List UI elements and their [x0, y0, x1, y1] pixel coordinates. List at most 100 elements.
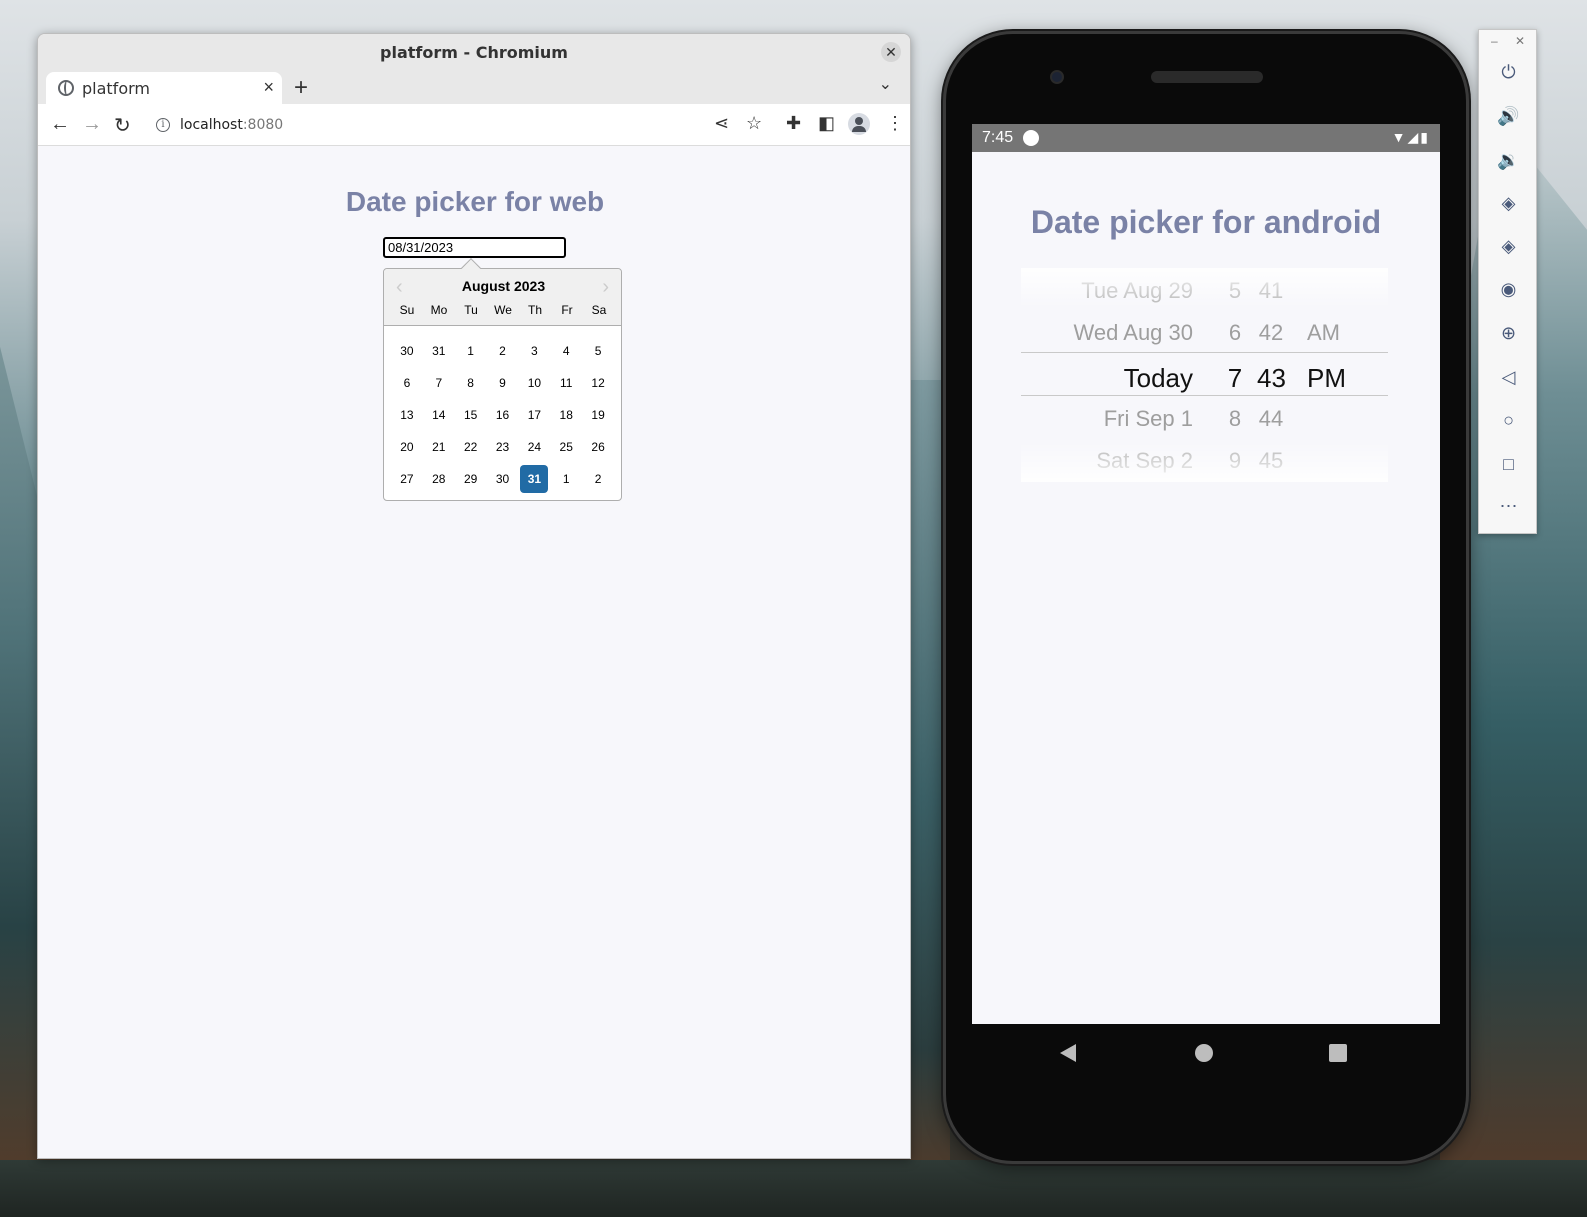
calendar-day[interactable]: 20 — [393, 433, 421, 461]
calendar-day[interactable]: 1 — [552, 465, 580, 493]
weekday-label: Tu — [464, 303, 478, 317]
calendar-day[interactable]: 22 — [457, 433, 485, 461]
weekday-label: Sa — [591, 303, 607, 317]
calendar-day[interactable]: 4 — [552, 337, 580, 365]
extensions-puzzle-icon[interactable]: ✚ — [786, 113, 801, 134]
power-icon[interactable]: ⏻ — [1479, 62, 1538, 83]
status-time: 7:45 — [982, 129, 1014, 146]
close-icon[interactable]: ✕ — [1515, 34, 1525, 48]
calendar-day[interactable]: 19 — [584, 401, 612, 429]
volume-up-icon[interactable]: 🔊 — [1479, 106, 1538, 127]
bookmark-star-icon[interactable]: ☆ — [746, 113, 762, 134]
calendar-day[interactable]: 11 — [552, 369, 580, 397]
picker-date: Today — [1123, 363, 1193, 393]
calendar-day[interactable]: 6 — [393, 369, 421, 397]
new-tab-button[interactable]: + — [294, 74, 308, 102]
back-arrow-icon[interactable]: ← — [50, 113, 70, 136]
android-recents-icon[interactable] — [1329, 1044, 1347, 1062]
calendar-day[interactable]: 10 — [520, 369, 548, 397]
camera-icon[interactable]: ◉ — [1479, 279, 1538, 300]
weekday-label: Th — [527, 303, 542, 317]
weekday-label: Su — [399, 303, 415, 317]
android-screen: 7:45 ▼◢▮ Date picker for android Tue Aug… — [972, 124, 1440, 1024]
picker-minute: 43 — [1257, 363, 1286, 393]
browser-titlebar: platform - Chromium ✕ — [38, 34, 910, 70]
picker-minute: 44 — [1258, 406, 1284, 431]
calendar-day[interactable]: 2 — [584, 465, 612, 493]
tab-search-chevron-icon[interactable]: ⌄ — [879, 74, 892, 94]
picker-hour: 6 — [1228, 320, 1242, 345]
android-nav-bar — [972, 1024, 1440, 1084]
picker-minute: 42 — [1258, 320, 1284, 345]
minimize-icon[interactable]: – — [1491, 34, 1498, 48]
calendar-day[interactable]: 15 — [457, 401, 485, 429]
calendar-day[interactable]: 13 — [393, 401, 421, 429]
picker-row[interactable]: Fri Sep 1 8 44 — [1021, 396, 1388, 438]
android-status-bar: 7:45 ▼◢▮ — [972, 124, 1440, 152]
browser-toolbar: ← → ↻ i localhost:8080 ⋖ ☆ ✚ ◧ ⋮ — [38, 104, 910, 146]
calendar-day[interactable]: 2 — [489, 337, 517, 365]
calendar-day[interactable]: 24 — [520, 433, 548, 461]
calendar-day[interactable]: 30 — [393, 337, 421, 365]
date-input[interactable]: 08/31/2023 — [383, 237, 566, 258]
home-icon[interactable]: ○ — [1479, 410, 1538, 431]
rotate-left-icon[interactable]: ◈ — [1479, 193, 1538, 214]
back-icon[interactable]: ◁ — [1479, 367, 1538, 388]
share-icon[interactable]: ⋖ — [714, 113, 729, 134]
address-bar[interactable]: i localhost:8080 — [146, 110, 774, 140]
web-page-heading: Date picker for web — [345, 186, 605, 217]
calendar-day[interactable]: 25 — [552, 433, 580, 461]
calendar-day[interactable]: 18 — [552, 401, 580, 429]
calendar-popup: ‹ August 2023 › Su Mo Tu We Th Fr Sa 30 31 1 2 3 4 5… — [383, 258, 622, 501]
calendar-day[interactable]: 31 — [425, 337, 453, 365]
picker-row-selected[interactable]: Today 7 43 PM — [1021, 353, 1388, 395]
more-icon[interactable]: ⋯ — [1479, 496, 1538, 517]
url-host: localhost — [180, 117, 243, 133]
calendar-day[interactable]: 17 — [520, 401, 548, 429]
datetime-wheel-picker[interactable]: Tue Aug 29541Wed Aug 30642AMToday743PMFr… — [1021, 268, 1388, 482]
picker-date: Fri Sep 1 — [1103, 406, 1193, 431]
window-title: platform - Chromium — [380, 42, 568, 62]
reload-icon[interactable]: ↻ — [114, 113, 131, 138]
calendar-day[interactable]: 7 — [425, 369, 453, 397]
calendar-day[interactable]: 30 — [489, 465, 517, 493]
rotate-right-icon[interactable]: ◈ — [1479, 236, 1538, 257]
calendar-day[interactable]: 16 — [489, 401, 517, 429]
calendar-day[interactable]: 12 — [584, 369, 612, 397]
calendar-grid: 30 31 1 2 3 4 5 6 7 8 9 10 11 12 13 14 15 16 17 18 19 20 21 22 2… — [384, 326, 621, 495]
profile-avatar-icon[interactable] — [848, 113, 870, 135]
calendar-day[interactable]: 27 — [393, 465, 421, 493]
calendar-day[interactable]: 28 — [425, 465, 453, 493]
emulator-toolbar: – ✕ ⏻ 🔊 🔉 ◈ ◈ ◉ ⊕ ◁ ○ □ ⋯ — [1478, 29, 1537, 534]
calendar-day[interactable]: 8 — [457, 369, 485, 397]
picker-ampm: PM — [1307, 363, 1346, 393]
weekday-label: Fr — [561, 303, 573, 317]
calendar-day[interactable]: 5 — [584, 337, 612, 365]
calendar-day-selected[interactable]: 31 — [520, 465, 549, 493]
side-panel-icon[interactable]: ◧ — [818, 113, 835, 134]
overview-icon[interactable]: □ — [1479, 454, 1538, 475]
volume-down-icon[interactable]: 🔉 — [1479, 150, 1538, 171]
window-close-button[interactable]: ✕ — [881, 42, 901, 62]
calendar-week-row: 20 21 22 23 24 25 26 — [391, 431, 614, 463]
android-back-icon[interactable] — [1060, 1044, 1076, 1062]
front-camera — [1050, 70, 1064, 84]
next-month-icon[interactable]: › — [602, 276, 609, 299]
calendar-day[interactable]: 14 — [425, 401, 453, 429]
forward-arrow-icon[interactable]: → — [82, 113, 102, 136]
calendar-day[interactable]: 1 — [457, 337, 485, 365]
picker-row[interactable]: Wed Aug 30 6 42 AM — [1021, 310, 1388, 352]
tab-close-icon[interactable]: × — [263, 77, 274, 98]
calendar-day[interactable]: 26 — [584, 433, 612, 461]
wifi-signal-battery-icon: ▼◢▮ — [1391, 129, 1430, 145]
calendar-day[interactable]: 3 — [520, 337, 548, 365]
zoom-icon[interactable]: ⊕ — [1479, 323, 1538, 344]
android-home-icon[interactable] — [1195, 1044, 1213, 1062]
browser-tab[interactable]: platform × — [46, 72, 282, 104]
site-info-icon[interactable]: i — [156, 118, 170, 132]
menu-kebab-icon[interactable]: ⋮ — [886, 113, 904, 134]
calendar-day[interactable]: 23 — [489, 433, 517, 461]
calendar-day[interactable]: 9 — [489, 369, 517, 397]
calendar-day[interactable]: 29 — [457, 465, 485, 493]
calendar-day[interactable]: 21 — [425, 433, 453, 461]
